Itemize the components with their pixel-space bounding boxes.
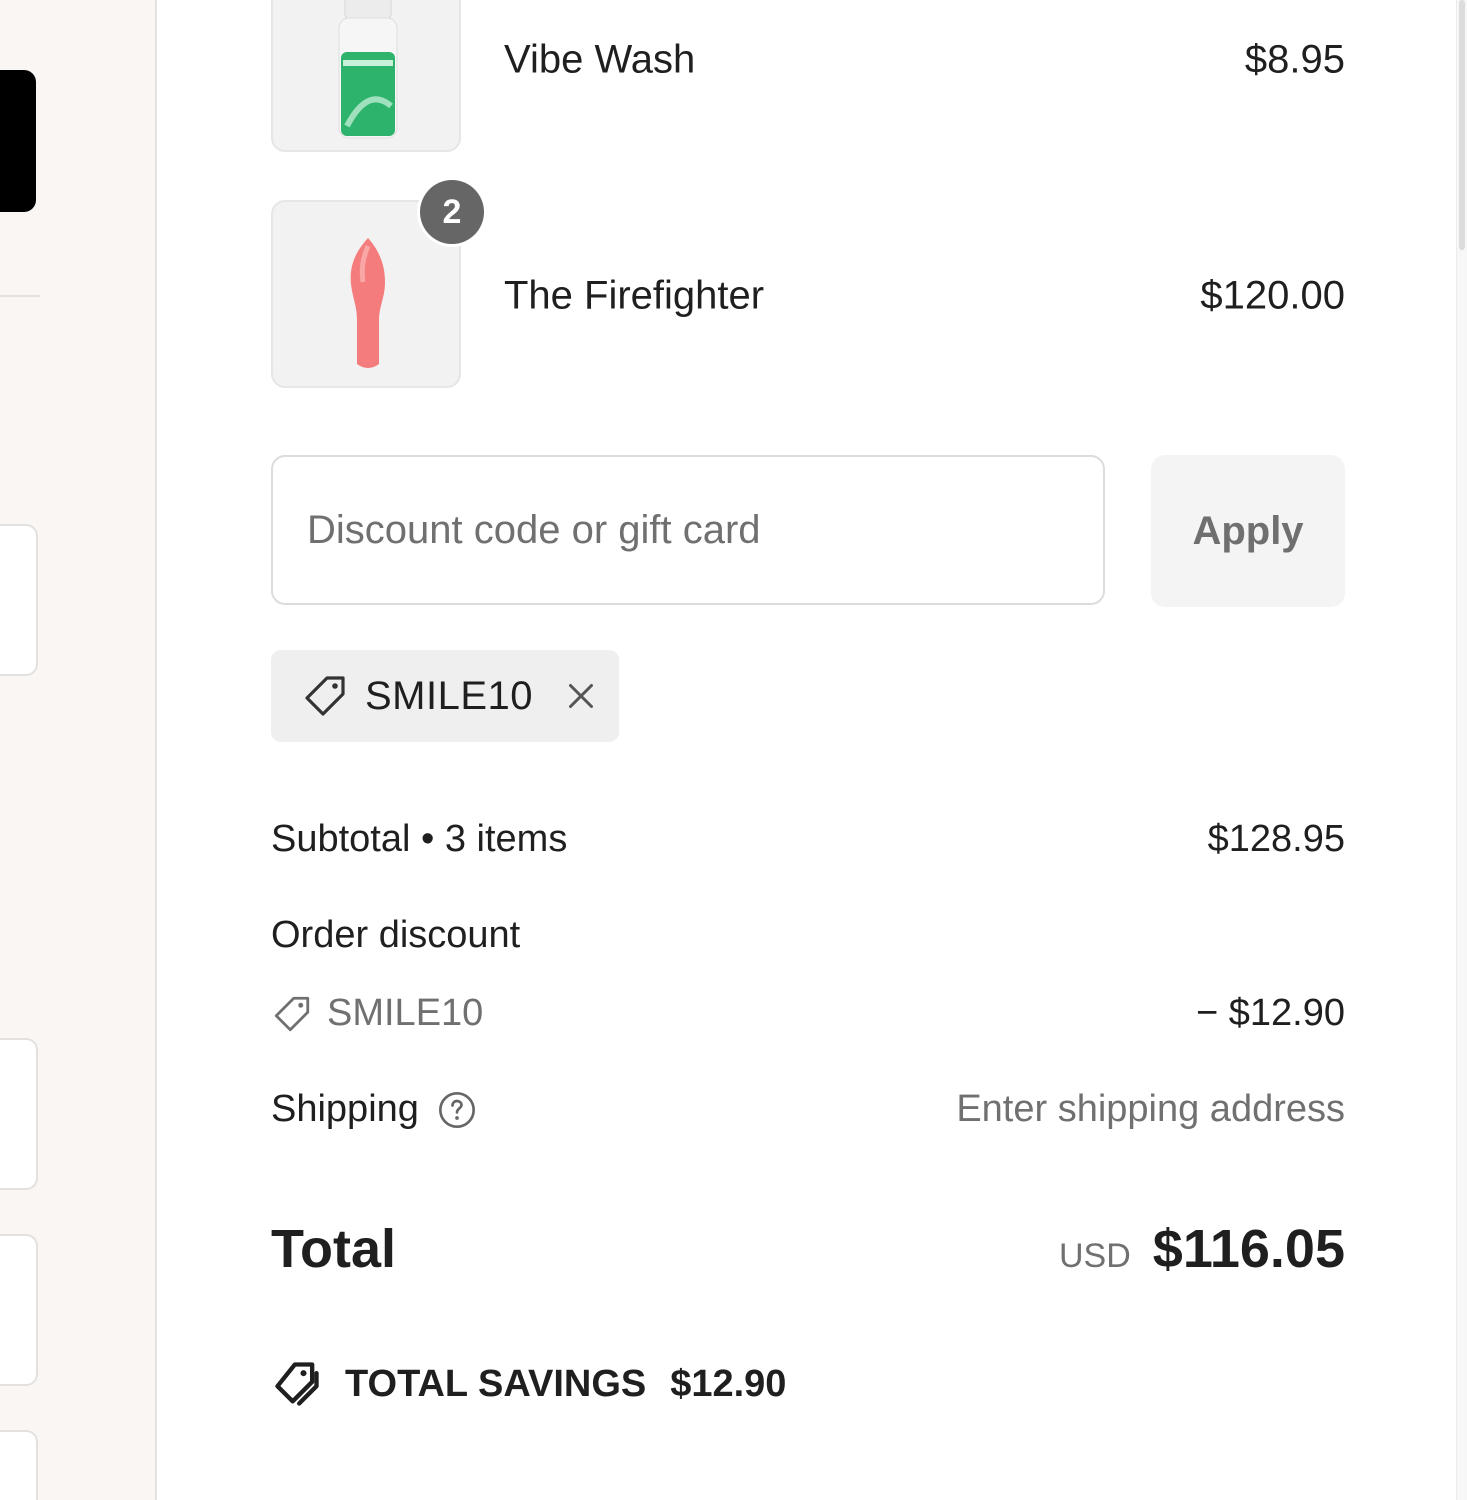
order-discount-label-row: Order discount: [271, 914, 1345, 957]
line-item: Vibe Wash $8.95: [271, 0, 1345, 156]
line-item: 2 The Firefighter $120.00: [271, 180, 1345, 392]
shipping-label: Shipping: [271, 1088, 419, 1130]
savings-tag-icon: [275, 1362, 319, 1406]
product-thumbnail: 2: [271, 180, 484, 388]
tag-icon: [305, 676, 345, 716]
shipping-row: Shipping Enter shipping address: [271, 1088, 1345, 1131]
currency-code: USD: [1058, 1237, 1131, 1275]
total-label: Total: [271, 1219, 396, 1279]
order-discount-label: Order discount: [271, 914, 521, 956]
discount-form: Apply: [271, 455, 1345, 607]
savings-label: TOTAL SAVINGS: [345, 1362, 647, 1405]
item-price: $8.95: [1244, 37, 1345, 82]
item-name: The Firefighter: [504, 273, 765, 318]
savings-value: $12.90: [670, 1362, 787, 1405]
quantity-badge: 2: [420, 180, 484, 244]
order-discount-row: SMILE10 − $12.90: [271, 992, 1345, 1045]
total-amount: USD $116.05: [1059, 1218, 1345, 1280]
total-savings: TOTAL SAVINGS $12.90: [271, 1358, 786, 1410]
subtotal-label: Subtotal • 3 items: [271, 818, 568, 860]
subtotal-row: Subtotal • 3 items $128.95: [271, 818, 1345, 861]
applied-code: SMILE10: [365, 673, 534, 718]
discount-code-input[interactable]: [271, 455, 1105, 605]
order-discount-value: − $12.90: [1196, 992, 1345, 1034]
product-thumbnail: [271, 0, 461, 152]
shipping-value: Enter shipping address: [956, 1088, 1345, 1130]
tag-icon: [274, 996, 310, 1031]
order-discount-code: SMILE10: [327, 992, 484, 1034]
applied-discount-tag: SMILE10: [271, 650, 619, 742]
item-price: $120.00: [1200, 273, 1345, 318]
item-name: Vibe Wash: [504, 37, 696, 82]
apply-discount-button[interactable]: Apply: [1151, 455, 1345, 607]
close-icon[interactable]: [563, 678, 599, 714]
order-summary: Vibe Wash $8.95 2 The Firefighter $120.0…: [0, 0, 1467, 1500]
total-value: $116.05: [1152, 1219, 1345, 1279]
help-circle-icon[interactable]: [437, 1090, 477, 1130]
vibe-wash-image: [338, 0, 398, 139]
subtotal-value: $128.95: [1207, 818, 1345, 860]
